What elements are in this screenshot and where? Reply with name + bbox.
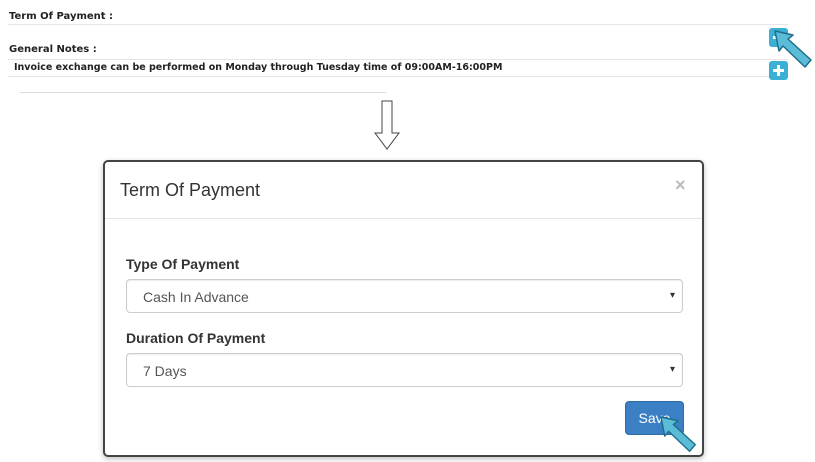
general-notes-text: Invoice exchange can be performed on Mon… [14,62,503,73]
general-notes-label: General Notes : [9,44,97,55]
close-icon[interactable]: × [675,176,686,194]
hand-pointer-icon [774,30,812,68]
arrow-down-icon [374,100,400,150]
divider [8,24,788,25]
modal-header: Term Of Payment × [105,162,702,219]
hand-pointer-icon [660,416,696,452]
select-value: 7 Days [143,363,187,379]
select-value: Cash In Advance [143,289,249,305]
divider [8,59,788,60]
modal-title: Term Of Payment [120,180,261,200]
duration-of-payment-select[interactable]: 7 Days ▾ [126,353,683,387]
type-of-payment-select[interactable]: Cash In Advance ▾ [126,279,683,313]
duration-of-payment-label: Duration Of Payment [126,330,266,346]
caret-down-icon: ▾ [669,290,675,301]
divider [8,76,788,77]
caret-down-icon: ▾ [669,364,675,375]
term-of-payment-modal: Term Of Payment × Type Of Payment Cash I… [103,160,704,457]
type-of-payment-label: Type Of Payment [126,256,240,272]
divider [20,92,386,93]
term-of-payment-label: Term Of Payment : [9,11,114,22]
